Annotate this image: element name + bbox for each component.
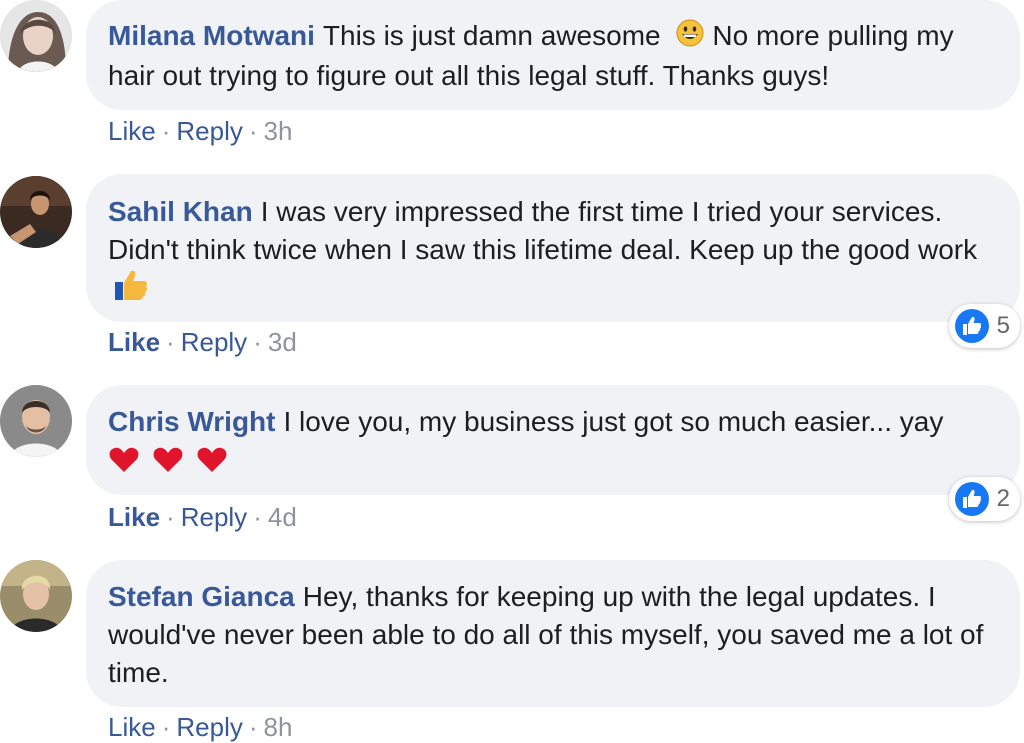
like-reaction-icon bbox=[954, 482, 989, 516]
author-name[interactable]: Sahil Khan bbox=[108, 196, 253, 227]
hearts bbox=[108, 445, 238, 485]
reply-link[interactable]: Reply bbox=[176, 116, 242, 146]
author-name[interactable]: Stefan Gianca bbox=[108, 581, 295, 612]
timestamp[interactable]: 4d bbox=[268, 502, 297, 532]
author-name[interactable]: Milana Motwani bbox=[108, 20, 315, 51]
reaction-count: 2 bbox=[996, 485, 1010, 512]
avatar[interactable] bbox=[0, 0, 72, 72]
reply-link[interactable]: Reply bbox=[176, 712, 242, 742]
comment-actions: Like · Reply · 8h bbox=[108, 711, 292, 743]
comment-bubble: Stefan Gianca Hey, thanks for keeping up … bbox=[86, 560, 1020, 707]
avatar-image bbox=[0, 385, 72, 457]
comment-bubble: Milana Motwani This is just damn awesome … bbox=[86, 0, 1020, 110]
separator: · bbox=[166, 502, 175, 532]
reaction-badge[interactable]: 5 bbox=[948, 304, 1020, 348]
avatar[interactable] bbox=[0, 176, 72, 248]
timestamp[interactable]: 8h bbox=[264, 712, 293, 742]
separator: · bbox=[248, 712, 258, 742]
timestamp[interactable]: 3h bbox=[264, 116, 293, 146]
thumbs-up-icon bbox=[114, 269, 148, 311]
separator: · bbox=[253, 327, 262, 357]
avatar-image bbox=[0, 0, 72, 72]
reply-link[interactable]: Reply bbox=[181, 502, 247, 532]
avatar-image bbox=[0, 560, 72, 632]
avatar-image bbox=[0, 176, 72, 248]
separator: · bbox=[253, 502, 262, 532]
avatar[interactable] bbox=[0, 560, 72, 632]
comment-actions: Like · Reply · 3h bbox=[108, 115, 292, 147]
author-name[interactable]: Chris Wright bbox=[108, 406, 275, 437]
reaction-badge[interactable]: 2 bbox=[948, 477, 1020, 521]
reaction-count: 5 bbox=[996, 312, 1010, 339]
grinning-face-icon bbox=[676, 19, 704, 57]
reply-link[interactable]: Reply bbox=[181, 327, 247, 357]
like-link[interactable]: Like bbox=[108, 327, 160, 357]
separator: · bbox=[161, 116, 171, 146]
comment-actions: Like · Reply · 4d bbox=[108, 501, 297, 533]
red-heart-icon bbox=[109, 447, 227, 472]
comment-text: I love you, my business just got so much… bbox=[283, 406, 944, 437]
avatar[interactable] bbox=[0, 385, 72, 457]
comment-actions: Like · Reply · 3d bbox=[108, 326, 297, 358]
comment-text: This is just damn awesome bbox=[322, 20, 661, 51]
comment-bubble: Chris Wright I love you, my business just… bbox=[86, 385, 1020, 495]
separator: · bbox=[166, 327, 175, 357]
separator: · bbox=[248, 116, 258, 146]
like-link[interactable]: Like bbox=[108, 502, 160, 532]
timestamp[interactable]: 3d bbox=[268, 327, 297, 357]
like-link[interactable]: Like bbox=[108, 712, 156, 742]
like-link[interactable]: Like bbox=[108, 116, 156, 146]
comment-bubble: Sahil Khan I was very impressed the first… bbox=[86, 174, 1020, 322]
like-reaction-icon bbox=[954, 309, 989, 343]
separator: · bbox=[161, 712, 171, 742]
